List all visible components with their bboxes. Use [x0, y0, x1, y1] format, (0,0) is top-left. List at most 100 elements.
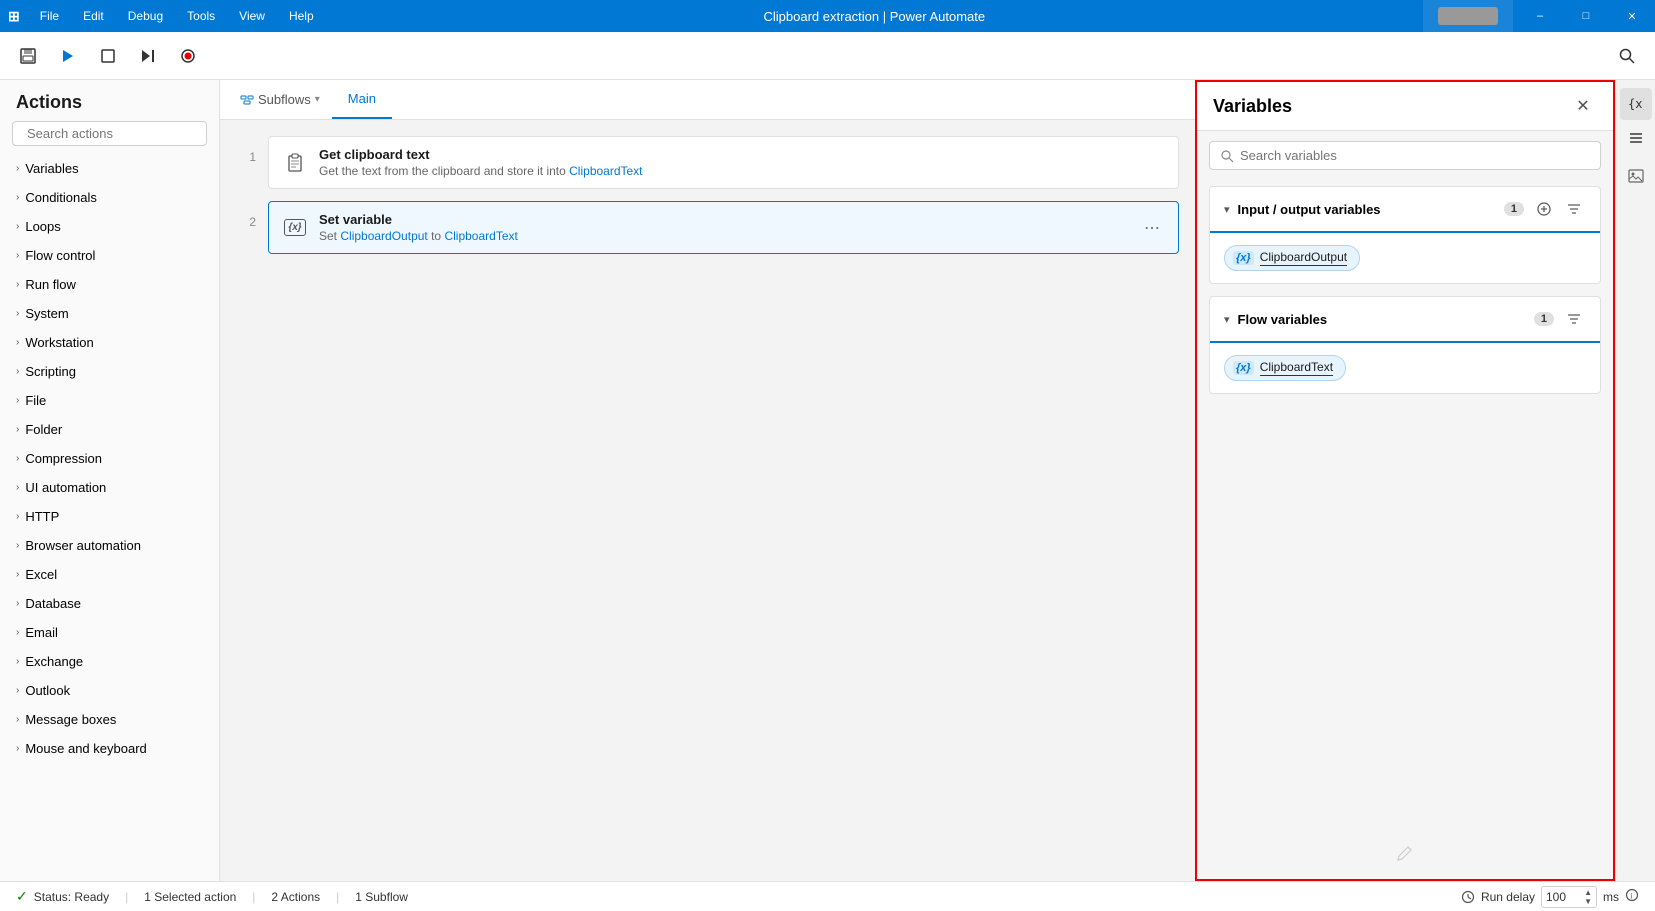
layers-sidebar-button[interactable]	[1620, 124, 1652, 156]
input-output-section-header[interactable]: ▾ Input / output variables 1	[1210, 187, 1600, 233]
variables-close-button[interactable]: ✕	[1569, 92, 1597, 120]
sidebar-item-exchange[interactable]: › Exchange	[0, 647, 219, 676]
edit-icon	[1395, 843, 1415, 863]
menu-file[interactable]: File	[28, 0, 71, 32]
variables-search-icon	[1220, 149, 1234, 163]
step-card-2[interactable]: {x} Set variable Set ClipboardOutput to …	[268, 201, 1179, 254]
menu-view[interactable]: View	[227, 0, 277, 32]
variables-panel-bottom	[1197, 394, 1613, 879]
step-2-content: Set variable Set ClipboardOutput to Clip…	[319, 212, 1128, 243]
canvas-area: Subflows ▾ Main 1	[220, 80, 1195, 881]
input-output-chevron: ▾	[1224, 203, 1230, 216]
variable-chip-clipboard-output[interactable]: {x} ClipboardOutput	[1224, 245, 1360, 271]
step-card-1[interactable]: Get clipboard text Get the text from the…	[268, 136, 1179, 189]
spinner-up[interactable]: ▲	[1584, 888, 1592, 897]
sidebar-item-mouse-and-keyboard[interactable]: › Mouse and keyboard	[0, 734, 219, 763]
status-text: Status: Ready	[34, 890, 109, 904]
variable-chip-label: ClipboardOutput	[1260, 250, 1347, 266]
sidebar-item-folder[interactable]: › Folder	[0, 415, 219, 444]
search-variables-input[interactable]	[1240, 148, 1590, 163]
chevron-icon: ›	[16, 250, 19, 261]
variables-header: Variables ✕	[1197, 82, 1613, 131]
subflow-count: 1 Subflow	[355, 890, 408, 904]
run-delay-value: 100	[1546, 890, 1566, 904]
sidebar-item-run-flow[interactable]: › Run flow	[0, 270, 219, 299]
chevron-icon: ›	[16, 337, 19, 348]
actions-search-box[interactable]	[12, 121, 207, 146]
input-output-actions	[1532, 197, 1586, 221]
flow-variables-actions	[1562, 307, 1586, 331]
input-output-variables-body: {x} ClipboardOutput	[1210, 233, 1600, 283]
flow-variables-count-badge: 1	[1534, 312, 1554, 326]
minimize-button[interactable]: –	[1517, 0, 1563, 32]
sidebar-item-outlook[interactable]: › Outlook	[0, 676, 219, 705]
chevron-icon: ›	[16, 714, 19, 725]
next-button[interactable]	[132, 40, 164, 72]
sidebar-item-label: Outlook	[25, 683, 70, 698]
window-title: Clipboard extraction | Power Automate	[326, 9, 1423, 24]
menu-debug[interactable]: Debug	[116, 0, 175, 32]
search-icon[interactable]	[1611, 40, 1643, 72]
sidebar-item-label: Flow control	[25, 248, 95, 263]
spinner-down[interactable]: ▼	[1584, 897, 1592, 906]
variables-title: Variables	[1213, 96, 1561, 117]
sidebar-item-label: Database	[25, 596, 81, 611]
variables-sidebar-button[interactable]: {x}	[1620, 88, 1652, 120]
chevron-icon: ›	[16, 598, 19, 609]
filter-flow-variables-button[interactable]	[1562, 307, 1586, 331]
separator-2: |	[252, 890, 255, 904]
sidebar-item-workstation[interactable]: › Workstation	[0, 328, 219, 357]
menu-tools[interactable]: Tools	[175, 0, 227, 32]
search-actions-input[interactable]	[27, 126, 203, 141]
step-2-link1[interactable]: ClipboardOutput	[340, 229, 427, 243]
filter-variables-button[interactable]	[1562, 197, 1586, 221]
sidebar-item-database[interactable]: › Database	[0, 589, 219, 618]
sidebar-item-message-boxes[interactable]: › Message boxes	[0, 705, 219, 734]
run-delay-section: Run delay 100 ▲ ▼ ms i	[1461, 886, 1639, 908]
user-avatar[interactable]	[1423, 0, 1513, 32]
chevron-icon: ›	[16, 540, 19, 551]
sidebar-item-email[interactable]: › Email	[0, 618, 219, 647]
sidebar-item-file[interactable]: › File	[0, 386, 219, 415]
ready-icon: ✓	[16, 888, 28, 905]
titlebar: ⊞ File Edit Debug Tools View Help Clipbo…	[0, 0, 1655, 32]
menu-edit[interactable]: Edit	[71, 0, 116, 32]
flow-step-1: 1 Get clipboard text	[236, 136, 1179, 189]
save-button[interactable]	[12, 40, 44, 72]
variable-chip-icon: {x}	[1233, 251, 1254, 265]
flow-variables-section-header[interactable]: ▾ Flow variables 1	[1210, 297, 1600, 343]
menu-help[interactable]: Help	[277, 0, 326, 32]
run-button[interactable]	[52, 40, 84, 72]
close-button[interactable]: ✕	[1609, 0, 1655, 32]
image-sidebar-button[interactable]	[1620, 160, 1652, 192]
total-actions-count: 2 Actions	[271, 890, 320, 904]
sidebar-item-flow-control[interactable]: › Flow control	[0, 241, 219, 270]
sidebar-item-http[interactable]: › HTTP	[0, 502, 219, 531]
svg-text:{x}: {x}	[1628, 97, 1644, 111]
record-button[interactable]	[172, 40, 204, 72]
sidebar-item-conditionals[interactable]: › Conditionals	[0, 183, 219, 212]
run-delay-spinner[interactable]: ▲ ▼	[1584, 888, 1592, 906]
tab-subflows[interactable]: Subflows ▾	[228, 80, 332, 119]
variables-search-box[interactable]	[1209, 141, 1601, 170]
run-delay-unit: ms	[1603, 890, 1619, 904]
sidebar-item-system[interactable]: › System	[0, 299, 219, 328]
info-icon[interactable]: i	[1625, 888, 1639, 905]
step-2-link2[interactable]: ClipboardText	[444, 229, 517, 243]
sidebar-item-scripting[interactable]: › Scripting	[0, 357, 219, 386]
sidebar-item-loops[interactable]: › Loops	[0, 212, 219, 241]
tab-main[interactable]: Main	[332, 80, 392, 119]
sidebar-item-browser-automation[interactable]: › Browser automation	[0, 531, 219, 560]
add-variable-button[interactable]	[1532, 197, 1556, 221]
step-1-link[interactable]: ClipboardText	[569, 164, 642, 178]
actions-panel: Actions › Variables › Conditionals › Loo…	[0, 80, 220, 881]
variable-chip-clipboard-text[interactable]: {x} ClipboardText	[1224, 355, 1346, 381]
sidebar-item-excel[interactable]: › Excel	[0, 560, 219, 589]
sidebar-item-compression[interactable]: › Compression	[0, 444, 219, 473]
step-menu-button[interactable]: ⋯	[1140, 216, 1164, 240]
maximize-button[interactable]: □	[1563, 0, 1609, 32]
stop-button[interactable]	[92, 40, 124, 72]
sidebar-item-variables[interactable]: › Variables	[0, 154, 219, 183]
sidebar-item-ui-automation[interactable]: › UI automation	[0, 473, 219, 502]
run-delay-input[interactable]: 100 ▲ ▼	[1541, 886, 1597, 908]
